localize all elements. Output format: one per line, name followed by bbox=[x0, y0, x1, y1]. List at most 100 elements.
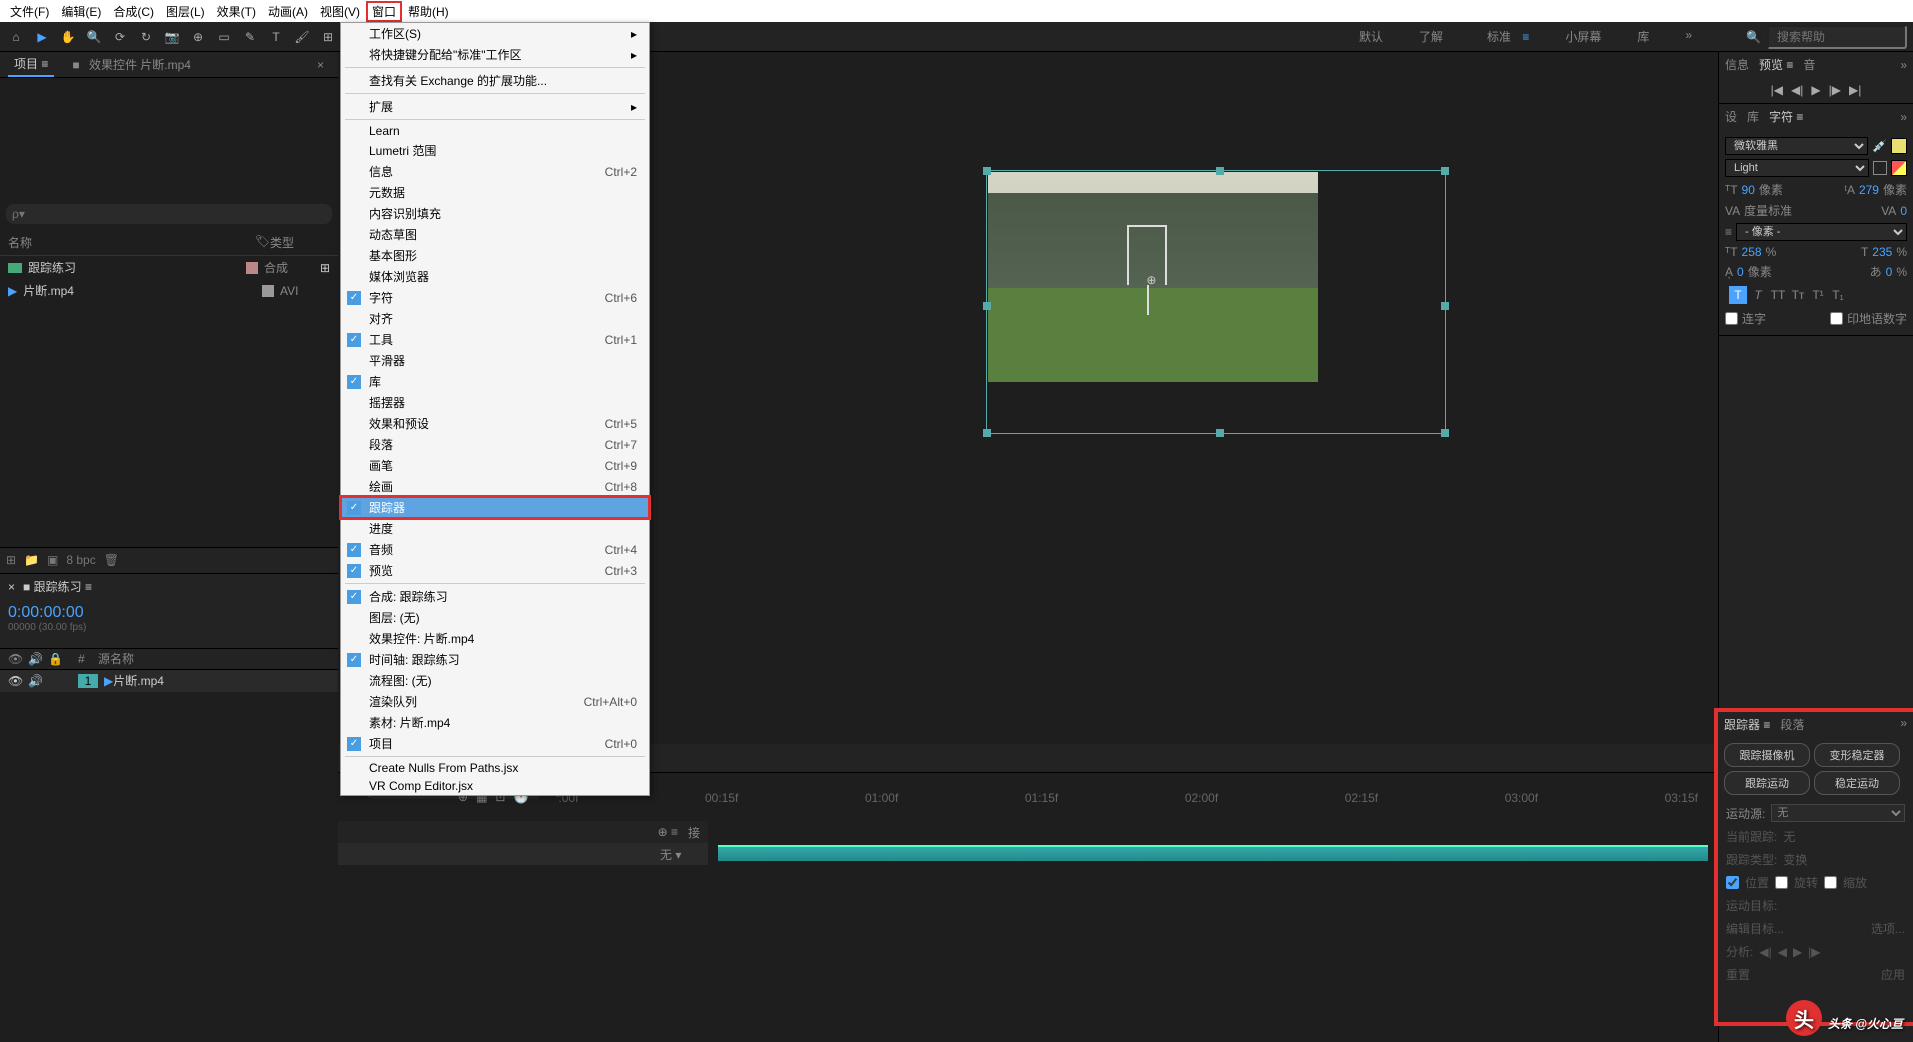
italic-icon[interactable]: T bbox=[1749, 286, 1767, 304]
menu-item[interactable]: 工作区(S)▸ bbox=[341, 23, 649, 44]
position-checkbox[interactable] bbox=[1726, 876, 1739, 889]
pen-tool-icon[interactable]: ✎ bbox=[240, 27, 260, 47]
allcaps-icon[interactable]: TT bbox=[1769, 286, 1787, 304]
tl-close-icon[interactable]: × bbox=[8, 580, 15, 594]
menu-effect[interactable]: 效果(T) bbox=[211, 1, 262, 22]
ligature-checkbox[interactable] bbox=[1725, 312, 1738, 325]
panel-more-icon[interactable]: » bbox=[1900, 110, 1907, 124]
interpret-icon[interactable]: ⊞ bbox=[6, 553, 16, 567]
tab-effect-controls[interactable]: ■ 效果控件 片断.mp4 bbox=[66, 53, 203, 76]
col-link[interactable]: 接 bbox=[688, 824, 700, 841]
search-help-input[interactable] bbox=[1767, 25, 1907, 49]
menu-item[interactable]: ✓音频Ctrl+4 bbox=[341, 539, 649, 560]
tab-preview[interactable]: 预览 ≡ bbox=[1759, 56, 1793, 73]
tab-audio[interactable]: 音 bbox=[1803, 56, 1815, 73]
menu-item[interactable]: ✓工具Ctrl+1 bbox=[341, 329, 649, 350]
menu-animation[interactable]: 动画(A) bbox=[262, 1, 314, 22]
menu-view[interactable]: 视图(V) bbox=[314, 1, 366, 22]
menu-item[interactable]: Learn bbox=[341, 122, 649, 140]
switches-icon[interactable]: ⊕ ≡ bbox=[658, 825, 678, 839]
folder-icon[interactable]: 📁 bbox=[24, 553, 39, 567]
col-name[interactable]: 名称 bbox=[8, 234, 255, 251]
menu-item[interactable]: 渲染队列Ctrl+Alt+0 bbox=[341, 691, 649, 712]
menu-item[interactable]: 摇摆器 bbox=[341, 392, 649, 413]
menu-window[interactable]: 窗口 bbox=[366, 1, 402, 22]
ws-standard[interactable]: 标准 ≡ bbox=[1471, 24, 1537, 49]
clone-tool-icon[interactable]: ⊞ bbox=[318, 27, 338, 47]
eye-toggle[interactable]: 👁 bbox=[8, 674, 28, 688]
menu-item[interactable]: 平滑器 bbox=[341, 350, 649, 371]
analyze-fwd-icon[interactable]: |▶ bbox=[1808, 945, 1820, 959]
track-camera-button[interactable]: 跟踪摄像机 bbox=[1724, 743, 1810, 767]
menu-item[interactable]: 扩展▸ bbox=[341, 96, 649, 117]
menu-item[interactable]: Create Nulls From Paths.jsx bbox=[341, 759, 649, 777]
superscript-icon[interactable]: T¹ bbox=[1809, 286, 1827, 304]
flowchart-icon[interactable]: ⊞ bbox=[320, 261, 330, 275]
stroke-type-select[interactable]: - 像素 - bbox=[1736, 223, 1907, 241]
col-source-name[interactable]: 源名称 bbox=[98, 650, 134, 667]
menu-item[interactable]: 元数据 bbox=[341, 182, 649, 203]
tab-project[interactable]: 项目 ≡ bbox=[8, 52, 54, 77]
first-frame-icon[interactable]: |◀ bbox=[1771, 83, 1783, 97]
timeline-ruler[interactable]: :00f 00:15f 01:00f 01:15f 02:00f 02:15f … bbox=[538, 773, 1718, 821]
smallcaps-icon[interactable]: Tᴛ bbox=[1789, 286, 1807, 304]
eyedropper-icon[interactable]: 💉 bbox=[1872, 139, 1887, 153]
reset-button[interactable]: 重置 bbox=[1726, 966, 1750, 983]
menu-item[interactable]: Lumetri 范围 bbox=[341, 140, 649, 161]
selection-tool-icon[interactable]: ▶ bbox=[32, 27, 52, 47]
baseline-value[interactable]: 0 bbox=[1737, 265, 1744, 279]
bold-icon[interactable]: T bbox=[1729, 286, 1747, 304]
menu-item[interactable]: 效果控件: 片断.mp4 bbox=[341, 628, 649, 649]
project-search-input[interactable] bbox=[6, 204, 332, 224]
menu-item[interactable]: ✓项目Ctrl+0 bbox=[341, 733, 649, 754]
stroke-swatch[interactable] bbox=[1873, 161, 1887, 175]
tab-info[interactable]: 信息 bbox=[1725, 56, 1749, 73]
layer-name[interactable]: 片断.mp4 bbox=[113, 672, 164, 689]
tab-timeline[interactable]: ■ 跟踪练习 ≡ bbox=[23, 578, 92, 595]
menu-item[interactable]: ✓字符Ctrl+6 bbox=[341, 287, 649, 308]
rotation-checkbox[interactable] bbox=[1775, 876, 1788, 889]
motion-source-select[interactable]: 无 bbox=[1771, 804, 1905, 822]
menu-item[interactable]: 查找有关 Exchange 的扩展功能... bbox=[341, 70, 649, 91]
analyze-fwd1-icon[interactable]: ▶ bbox=[1793, 945, 1802, 959]
panel-more-icon[interactable]: » bbox=[1900, 716, 1907, 733]
audio-toggle[interactable]: 🔊 bbox=[28, 674, 48, 688]
tab-settings[interactable]: 设 bbox=[1725, 108, 1737, 125]
apply-button[interactable]: 应用 bbox=[1881, 966, 1905, 983]
fill-color-swatch[interactable] bbox=[1891, 138, 1907, 154]
menu-item[interactable]: ✓库 bbox=[341, 371, 649, 392]
analyze-back-icon[interactable]: ◀| bbox=[1759, 945, 1771, 959]
brush-tool-icon[interactable]: 🖌 bbox=[292, 27, 312, 47]
rect-tool-icon[interactable]: ▭ bbox=[214, 27, 234, 47]
ws-small[interactable]: 小屏幕 bbox=[1557, 24, 1609, 49]
vscale-value[interactable]: 258 bbox=[1742, 245, 1762, 259]
ws-more-icon[interactable]: » bbox=[1677, 24, 1700, 49]
zoom-tool-icon[interactable]: 🔍 bbox=[84, 27, 104, 47]
menu-item[interactable]: 基本图形 bbox=[341, 245, 649, 266]
menu-item[interactable]: ✓跟踪器 bbox=[341, 497, 649, 518]
last-frame-icon[interactable]: ▶| bbox=[1849, 83, 1861, 97]
rotate-tool-icon[interactable]: ↻ bbox=[136, 27, 156, 47]
project-item-footage[interactable]: ▶ 片断.mp4 AVI bbox=[0, 279, 338, 302]
text-tool-icon[interactable]: T bbox=[266, 27, 286, 47]
menu-item[interactable]: 媒体浏览器 bbox=[341, 266, 649, 287]
hand-tool-icon[interactable]: ✋ bbox=[58, 27, 78, 47]
menu-help[interactable]: 帮助(H) bbox=[402, 1, 455, 22]
menu-item[interactable]: 流程图: (无) bbox=[341, 670, 649, 691]
comp-new-icon[interactable]: ▣ bbox=[47, 553, 58, 567]
menu-item[interactable]: ✓合成: 跟踪练习 bbox=[341, 586, 649, 607]
panel-more-icon[interactable]: » bbox=[1900, 58, 1907, 72]
font-style-select[interactable]: Light bbox=[1725, 159, 1869, 177]
menu-layer[interactable]: 图层(L) bbox=[160, 1, 211, 22]
menu-item[interactable]: 内容识别填充 bbox=[341, 203, 649, 224]
stabilize-motion-button[interactable]: 稳定运动 bbox=[1814, 771, 1900, 795]
menu-composition[interactable]: 合成(C) bbox=[107, 1, 160, 22]
menu-item[interactable]: 绘画Ctrl+8 bbox=[341, 476, 649, 497]
edit-target-button[interactable]: 编辑目标... bbox=[1726, 920, 1784, 937]
menu-item[interactable]: 动态草图 bbox=[341, 224, 649, 245]
warp-stabilizer-button[interactable]: 变形稳定器 bbox=[1814, 743, 1900, 767]
home-icon[interactable]: ⌂ bbox=[6, 27, 26, 47]
tab-close-icon[interactable]: × bbox=[311, 55, 330, 75]
next-frame-icon[interactable]: |▶ bbox=[1829, 83, 1841, 97]
tab-tracker[interactable]: 跟踪器 ≡ bbox=[1724, 716, 1770, 733]
